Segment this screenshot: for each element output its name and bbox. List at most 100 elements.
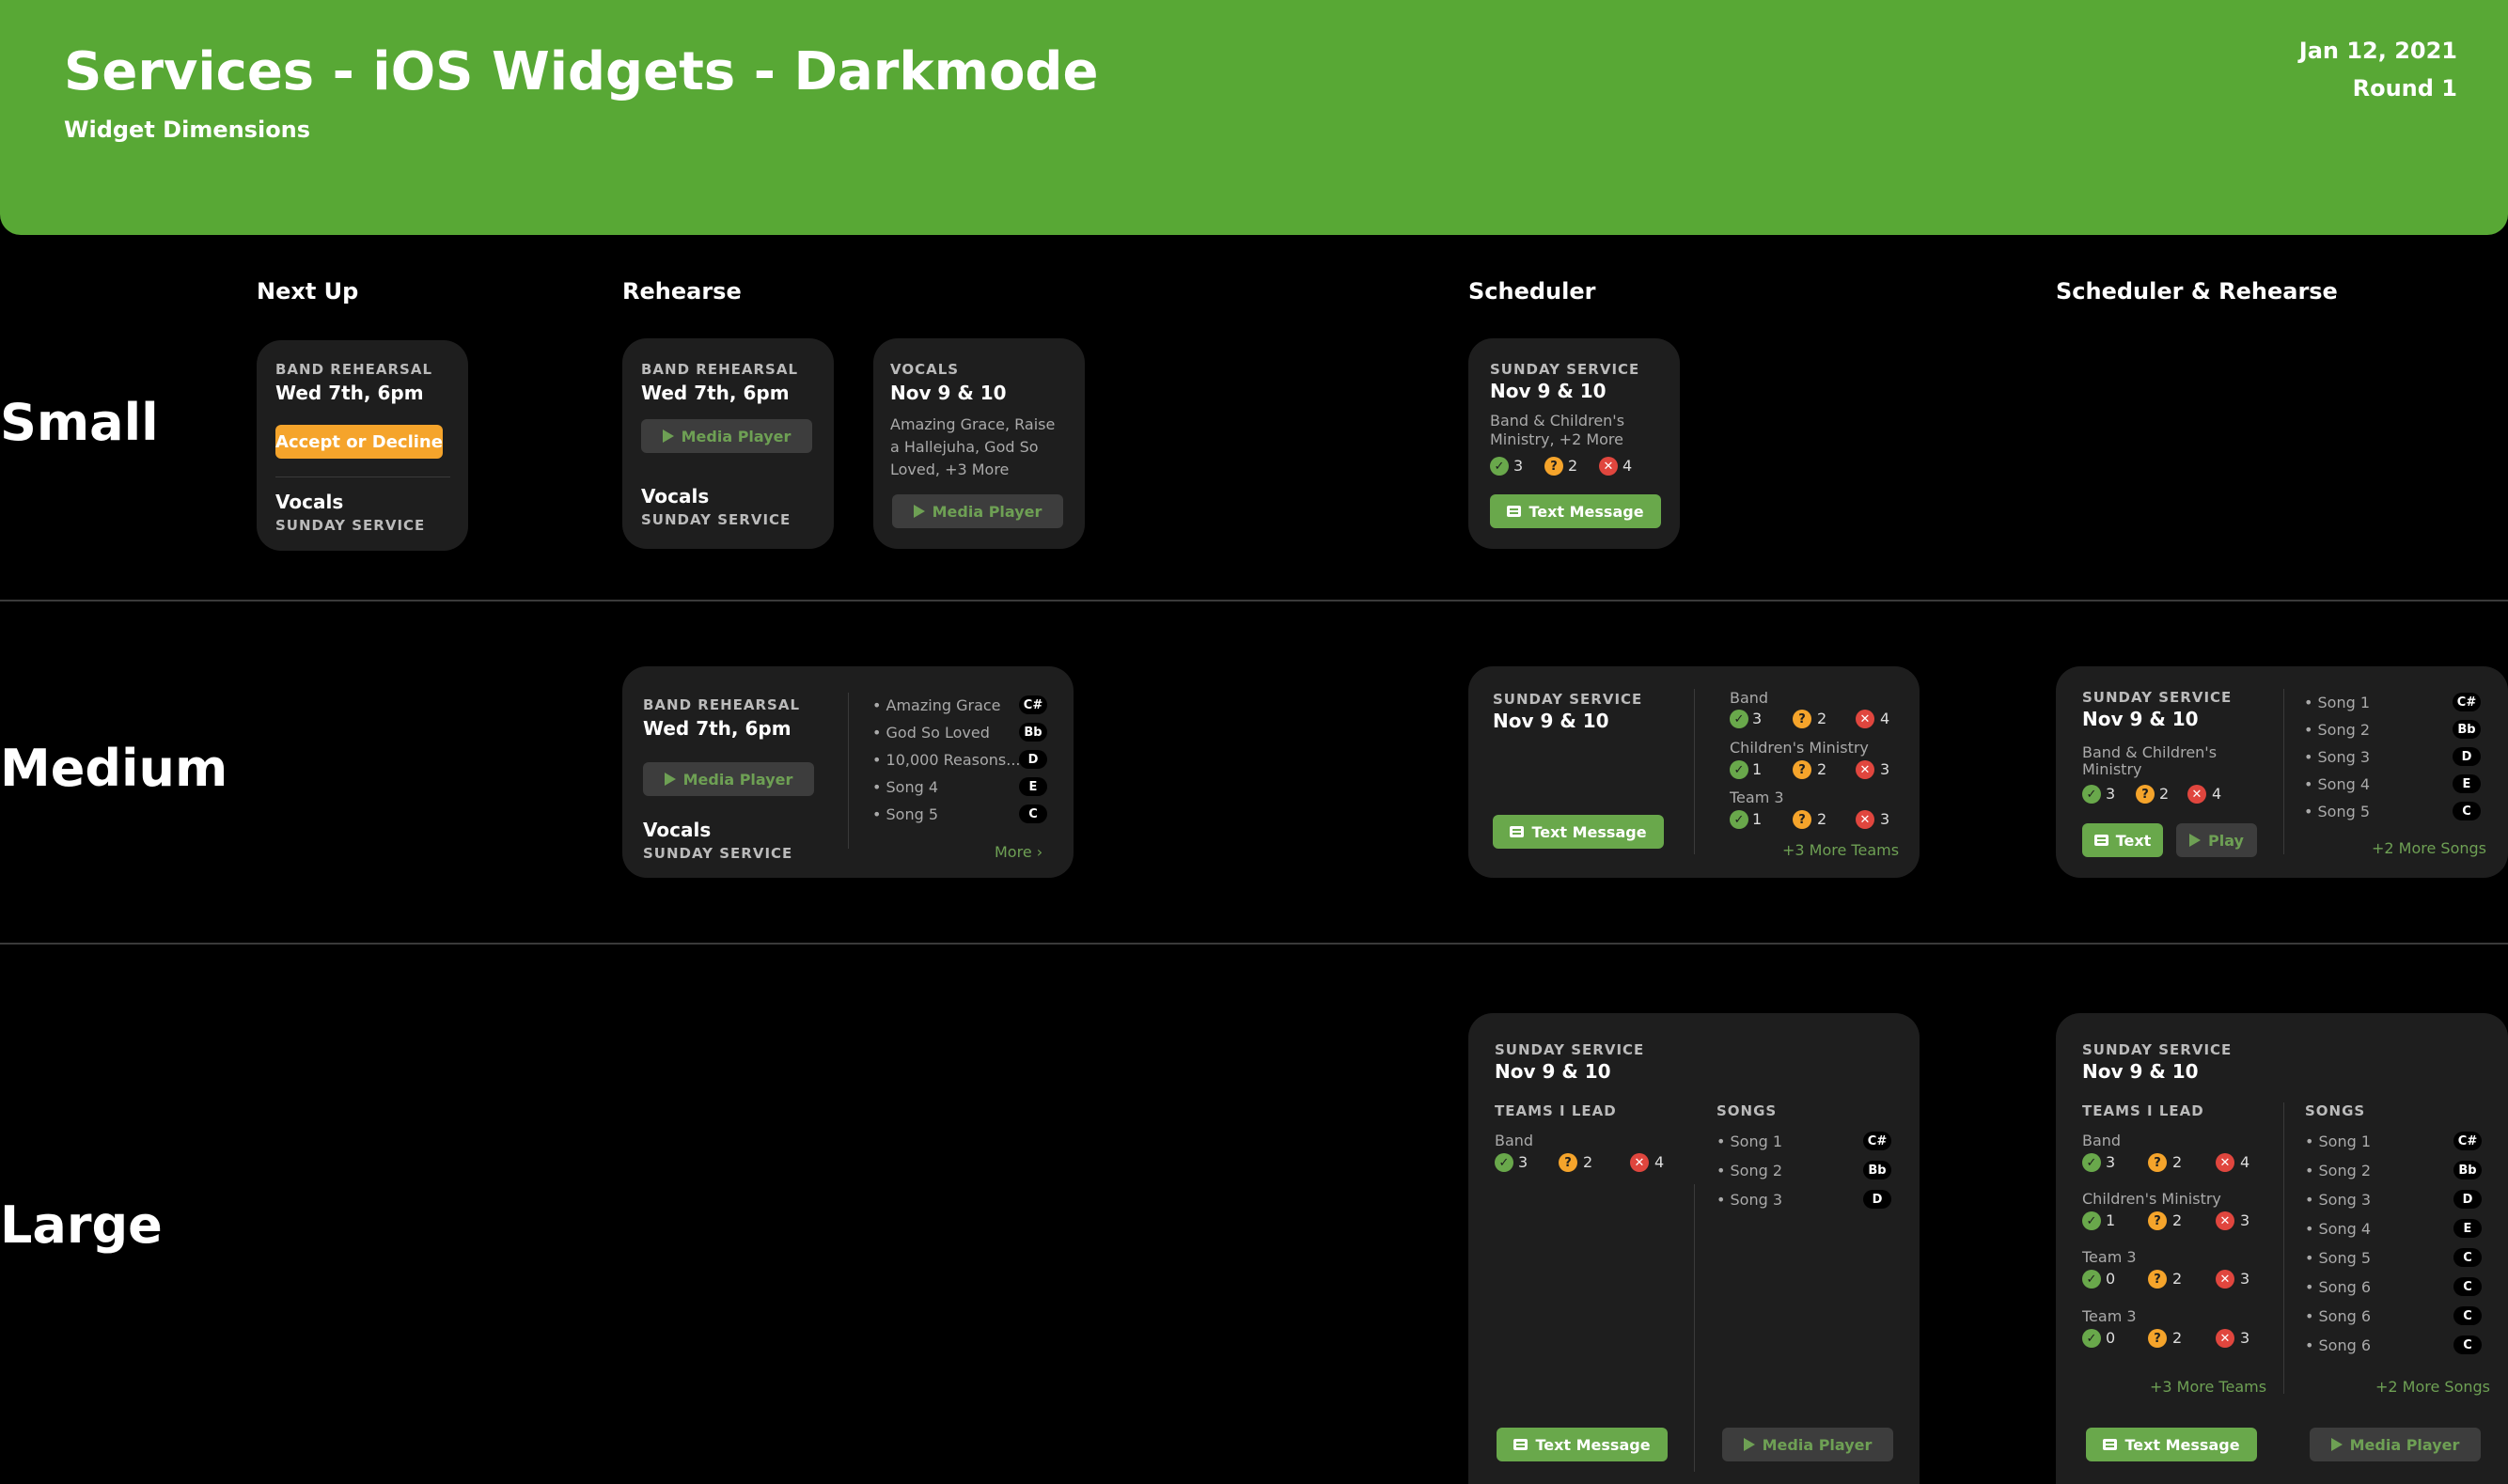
message-icon	[1513, 1439, 1528, 1450]
media-player-button[interactable]: Media Player	[2310, 1428, 2481, 1461]
question-icon: ?	[1544, 457, 1563, 476]
song-item[interactable]: • Song 5	[2305, 1249, 2371, 1267]
song-item[interactable]: • 10,000 Reasons...	[872, 751, 1021, 769]
song-item[interactable]: • Song 4	[2305, 1220, 2371, 1238]
declined-count: 4	[2240, 1153, 2250, 1171]
team-name: Team 3	[2082, 1307, 2137, 1325]
song-item[interactable]: • Song 1	[2305, 1133, 2371, 1150]
x-icon: ✕	[1630, 1153, 1649, 1172]
teams-section-label: TEAMS I LEAD	[1495, 1102, 1617, 1119]
confirmed-count: 3	[2106, 785, 2116, 803]
question-icon: ?	[1793, 810, 1811, 829]
widget-medium-scheduler-rehearse[interactable]: SUNDAY SERVICE Nov 9 & 10 Band & Childre…	[2056, 666, 2508, 878]
widget-small-rehearse[interactable]: BAND REHEARSAL Wed 7th, 6pm Media Player…	[622, 338, 834, 549]
event-time: Wed 7th, 6pm	[275, 382, 424, 404]
media-player-button[interactable]: Media Player	[643, 762, 814, 796]
song-item[interactable]: • Amazing Grace	[872, 696, 1001, 714]
song-item[interactable]: • Song 6	[2305, 1336, 2371, 1354]
widget-small-next-up[interactable]: BAND REHEARSAL Wed 7th, 6pm Accept or De…	[257, 340, 468, 551]
song-key: D	[2453, 747, 2481, 766]
song-item[interactable]: • Song 2	[2305, 1162, 2371, 1179]
text-message-button[interactable]: Text Message	[1490, 494, 1661, 528]
song-item[interactable]: • Song 6	[2305, 1307, 2371, 1325]
song-key: C#	[2453, 693, 2481, 711]
song-item[interactable]: • Song 1	[1716, 1133, 1782, 1150]
song-item[interactable]: • Song 1	[2304, 694, 2370, 711]
more-songs-link[interactable]: +2 More Songs	[2375, 1378, 2490, 1396]
row-heading-medium: Medium	[0, 739, 228, 798]
question-icon: ?	[1793, 710, 1811, 728]
page-title: Services - iOS Widgets - Darkmode	[64, 41, 1099, 102]
more-songs-link[interactable]: +2 More Songs	[2372, 839, 2486, 857]
check-icon: ✓	[1490, 457, 1509, 476]
event-overline: BAND REHEARSAL	[641, 361, 798, 378]
play-icon	[662, 430, 674, 443]
media-player-button[interactable]: Media Player	[641, 419, 812, 453]
widget-small-rehearse-vocals[interactable]: VOCALS Nov 9 & 10 Amazing Grace, Raise a…	[873, 338, 1085, 549]
accept-decline-button[interactable]: Accept or Decline	[275, 425, 443, 459]
play-icon	[2330, 1438, 2343, 1451]
service-date: Nov 9 & 10	[1490, 380, 1607, 402]
media-player-button[interactable]: Media Player	[1722, 1428, 1893, 1461]
widget-medium-scheduler[interactable]: SUNDAY SERVICE Nov 9 & 10 Text Message B…	[1468, 666, 1920, 878]
song-item[interactable]: • Song 2	[1716, 1162, 1782, 1179]
row-divider	[0, 943, 2508, 945]
column-separator	[2283, 1102, 2284, 1394]
text-message-button[interactable]: Text Message	[2086, 1428, 2257, 1461]
widget-medium-rehearse[interactable]: BAND REHEARSAL Wed 7th, 6pm Media Player…	[622, 666, 1074, 878]
song-item[interactable]: • Song 5	[872, 805, 938, 823]
song-item[interactable]: • Song 3	[1716, 1191, 1782, 1209]
play-icon	[664, 773, 676, 786]
widget-large-scheduler[interactable]: SUNDAY SERVICE Nov 9 & 10 TEAMS I LEAD S…	[1468, 1013, 1920, 1484]
pending-count: 2	[1583, 1153, 1593, 1171]
song-item[interactable]: • Song 3	[2305, 1191, 2371, 1209]
song-key: Bb	[1019, 723, 1047, 742]
check-icon: ✓	[1730, 710, 1748, 728]
confirmed-count: 3	[1752, 710, 1763, 727]
song-key: C	[2453, 1248, 2482, 1267]
play-button[interactable]: Play	[2176, 823, 2257, 857]
declined-count: 3	[2240, 1211, 2250, 1229]
text-message-button[interactable]: Text Message	[1493, 815, 1664, 849]
widget-small-scheduler[interactable]: SUNDAY SERVICE Nov 9 & 10 Band & Childre…	[1468, 338, 1680, 549]
separator	[275, 476, 450, 477]
pending-count: 2	[2172, 1153, 2183, 1171]
play-button-label: Play	[2208, 831, 2244, 850]
teams-line: Ministry	[2082, 760, 2142, 778]
text-message-button[interactable]: Text Message	[1497, 1428, 1668, 1461]
event-date: Nov 9 & 10	[890, 382, 1007, 404]
team-name: Team 3	[1730, 789, 1784, 806]
play-icon	[913, 505, 925, 518]
check-icon: ✓	[2082, 1153, 2101, 1172]
text-message-label: Text Message	[2124, 1435, 2240, 1454]
song-item[interactable]: • Song 3	[2304, 748, 2370, 766]
song-item[interactable]: • God So Loved	[872, 724, 990, 742]
song-key: E	[2453, 774, 2481, 793]
x-icon: ✕	[2216, 1211, 2234, 1230]
songs-section-label: SONGS	[1716, 1102, 1778, 1119]
x-icon: ✕	[1856, 760, 1874, 779]
song-item[interactable]: • Song 2	[2304, 721, 2370, 739]
widget-large-scheduler-rehearse[interactable]: SUNDAY SERVICE Nov 9 & 10 TEAMS I LEAD S…	[2056, 1013, 2508, 1484]
declined-count: 4	[2212, 785, 2222, 803]
song-item[interactable]: • Song 4	[2304, 775, 2370, 793]
more-teams-link[interactable]: +3 More Teams	[2150, 1378, 2266, 1396]
chevron-right-icon: ›	[1036, 843, 1043, 861]
song-item[interactable]: • Song 4	[872, 778, 938, 796]
text-button[interactable]: Text	[2082, 823, 2163, 857]
media-player-button[interactable]: Media Player	[892, 494, 1063, 528]
page-subtitle: Widget Dimensions	[64, 117, 311, 143]
column-separator	[1694, 689, 1695, 854]
teams-line: Band & Children's	[2082, 743, 2218, 761]
check-icon: ✓	[1730, 760, 1748, 779]
song-key: C#	[2453, 1132, 2482, 1150]
song-item[interactable]: • Song 5	[2304, 803, 2370, 820]
pending-count: 2	[1817, 710, 1827, 727]
question-icon: ?	[1559, 1153, 1577, 1172]
more-teams-link[interactable]: +3 More Teams	[1782, 841, 1899, 859]
more-link[interactable]: More ›	[995, 843, 1042, 861]
song-key: Bb	[2453, 720, 2481, 739]
service-overline: SUNDAY SERVICE	[1490, 361, 1640, 378]
song-key: C#	[1019, 695, 1047, 714]
song-item[interactable]: • Song 6	[2305, 1278, 2371, 1296]
